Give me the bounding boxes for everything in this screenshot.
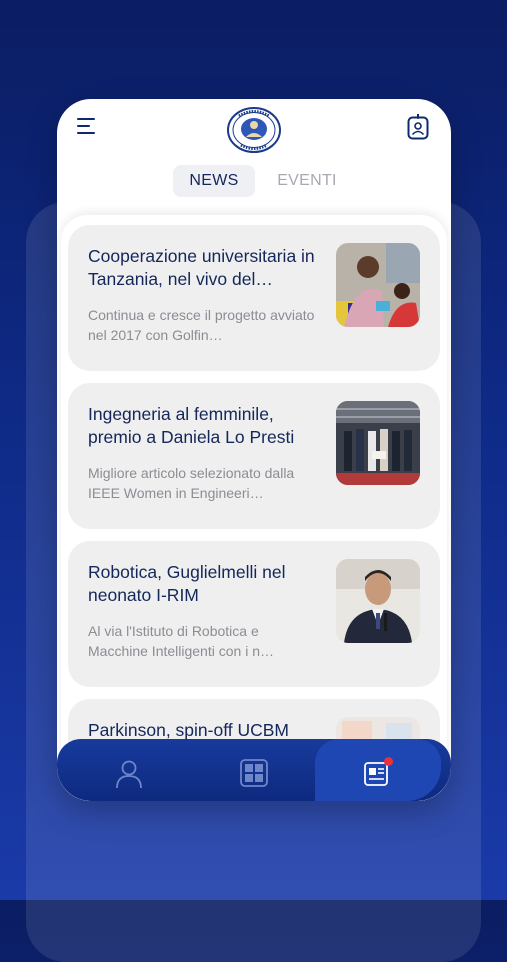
user-profile-icon [116, 760, 142, 789]
tab-news[interactable]: NEWS [173, 165, 255, 197]
tab-eventi[interactable]: EVENTI [269, 165, 345, 197]
university-seal-logo [227, 107, 281, 153]
news-title: Cooperazione universitaria in Tanzania, … [88, 246, 315, 289]
nav-dashboard[interactable] [194, 739, 314, 801]
news-description: Continua e cresce il progetto avviato ne… [88, 307, 315, 343]
news-card[interactable]: Ingegneria al femminile, premio a Daniel… [68, 383, 440, 529]
grid-dashboard-icon [240, 759, 268, 787]
news-thumbnail-image [336, 401, 420, 485]
nav-profile[interactable] [69, 739, 189, 801]
news-list[interactable]: Cooperazione universitaria in Tanzania, … [61, 215, 447, 801]
app-screen: NEWS EVENTI Cooperazione universitaria i… [57, 99, 451, 801]
news-card[interactable]: Cooperazione universitaria in Tanzania, … [68, 225, 440, 371]
hamburger-menu-icon[interactable] [77, 118, 97, 134]
id-badge-icon[interactable] [407, 114, 429, 140]
notification-dot [384, 757, 393, 766]
news-description: Migliore articolo selezionato dalla IEEE… [88, 465, 295, 501]
news-card[interactable]: Robotica, Guglielmelli nel neonato I-RIM… [68, 541, 440, 687]
tab-bar: NEWS EVENTI [57, 165, 451, 199]
news-thumbnail-image [336, 559, 420, 643]
news-title: Robotica, Guglielmelli nel neonato I-RIM [88, 562, 286, 605]
bottom-navigation [57, 739, 451, 801]
top-bar [57, 99, 451, 169]
news-title: Ingegneria al femminile, premio a Daniel… [88, 404, 295, 447]
nav-news[interactable] [315, 739, 441, 801]
news-thumbnail-image [336, 243, 420, 327]
news-description: Al via l'Istituto di Robotica e Macchine… [88, 623, 274, 659]
